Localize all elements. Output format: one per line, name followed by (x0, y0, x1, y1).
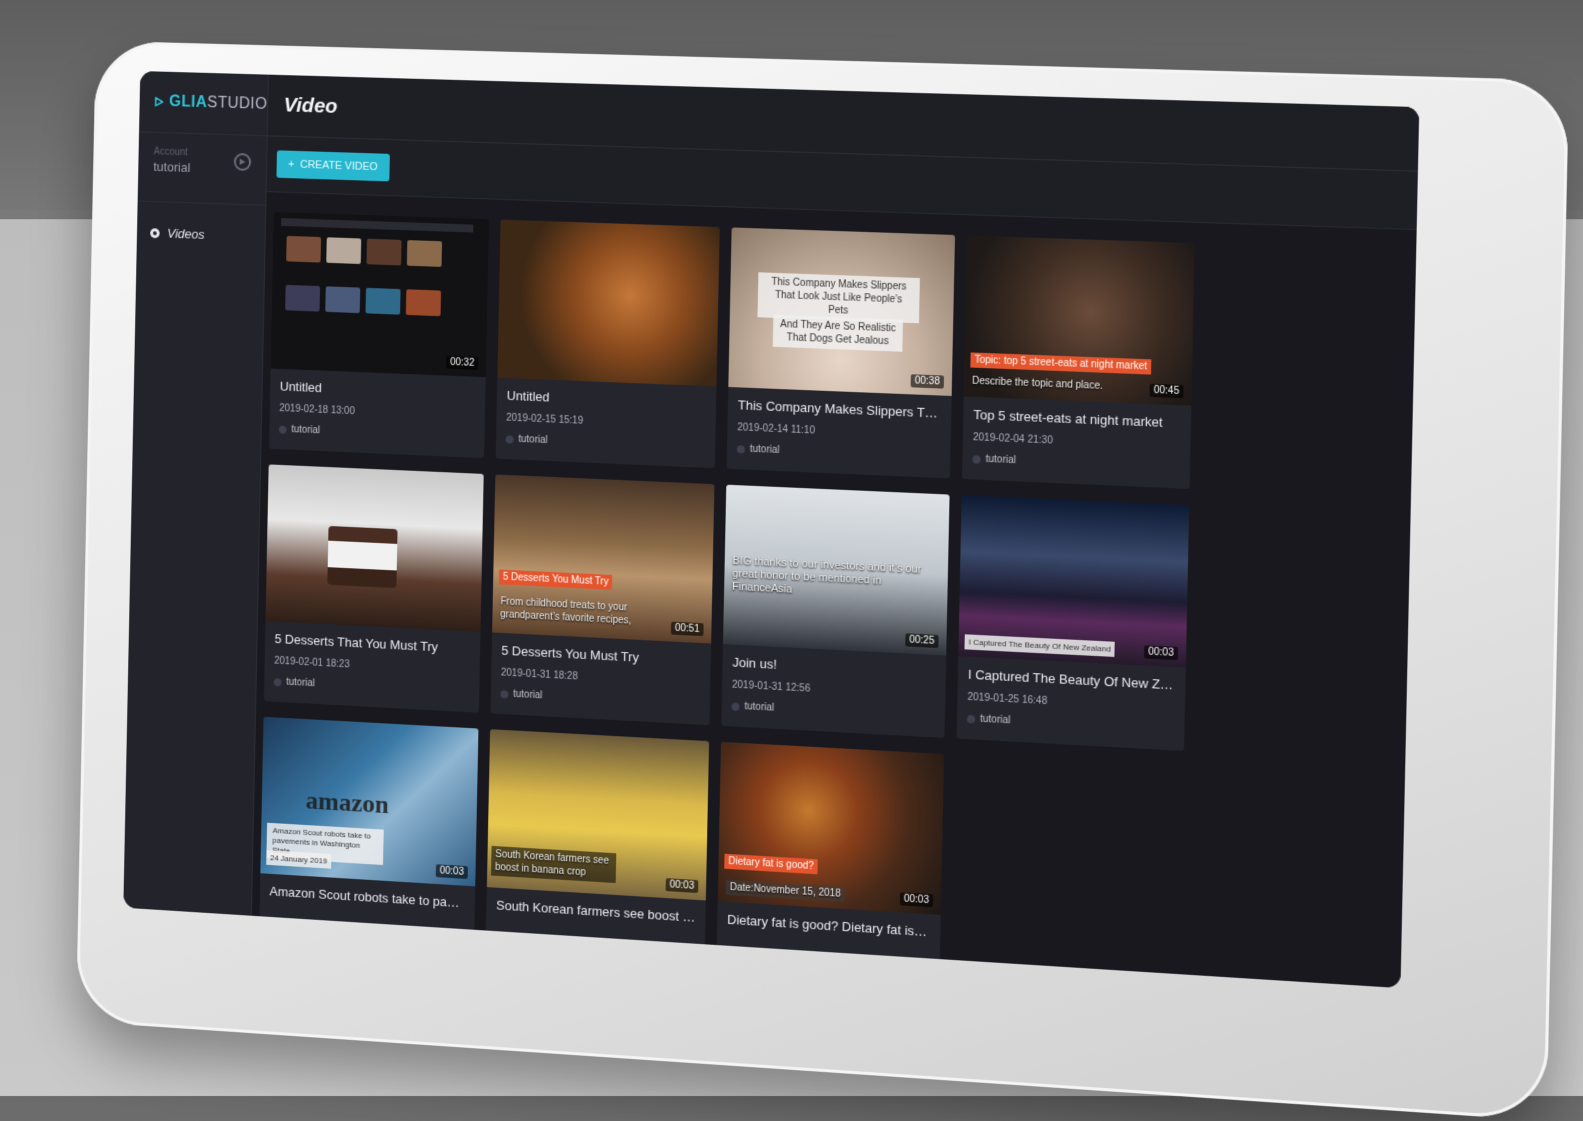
duration-badge: 00:45 (1149, 383, 1184, 399)
video-card[interactable]: BIG thanks to our investors and it’s our… (721, 484, 950, 738)
sidebar-item-label: Videos (167, 225, 205, 242)
video-card[interactable]: 5 Desserts That You Must Try 2019-02-01 … (263, 464, 484, 713)
create-video-button[interactable]: + CREATE VIDEO (276, 150, 390, 182)
owner-name: tutorial (744, 701, 775, 714)
video-thumbnail[interactable]: South Korean farmers see boost in banana… (486, 729, 710, 901)
thumbnail-tile (405, 289, 442, 317)
owner-name: tutorial (286, 676, 315, 690)
thumbnail-caption: BIG thanks to our investors and it’s our… (731, 554, 922, 596)
thumbnail-tile (406, 240, 443, 267)
thumbnail-subcaption: From childhood treats to your grandparen… (500, 596, 632, 627)
video-grid: 00:32 Untitled 2019-02-18 13:00 tutorial… (258, 211, 1203, 989)
owner-icon (505, 434, 514, 444)
logo-text-glia: GLIA (169, 93, 208, 112)
video-card[interactable]: Untitled 2019-02-15 15:19 tutorial (495, 219, 720, 469)
video-thumbnail[interactable] (265, 464, 484, 632)
video-thumbnail[interactable]: I Captured The Beauty Of New Zealand 00:… (958, 495, 1190, 668)
video-card[interactable]: I Captured The Beauty Of New Zealand 00:… (956, 495, 1190, 751)
video-thumbnail[interactable]: Topic: top 5 street-eats at night market… (963, 235, 1195, 406)
video-thumbnail[interactable]: 5 Desserts You Must Try From childhood t… (492, 474, 715, 644)
video-card[interactable]: Dietary fat is good? Date:November 15, 2… (715, 741, 945, 989)
thumbnail-tile (285, 284, 321, 312)
sidebar: GLIASTUDIO Account tutorial ▶ Videos (123, 71, 270, 916)
owner-icon (731, 701, 740, 711)
duration-badge: 00:03 (665, 878, 699, 894)
cake-slice-art (327, 525, 398, 589)
duration-badge: 00:38 (910, 374, 945, 389)
video-card[interactable]: 5 Desserts You Must Try From childhood t… (490, 474, 715, 726)
owner-icon (966, 714, 976, 723)
owner-icon (972, 454, 981, 464)
owner-name: tutorial (749, 443, 780, 457)
video-thumbnail[interactable] (497, 219, 720, 387)
owner-name: tutorial (985, 453, 1017, 467)
duration-badge: 00:03 (1143, 645, 1179, 661)
video-card[interactable]: 00:32 Untitled 2019-02-18 13:00 tutorial (269, 211, 489, 459)
thumbnail-tile (286, 235, 322, 263)
owner-name: tutorial (291, 424, 321, 437)
tablet-device: GLIASTUDIO Account tutorial ▶ Videos Vid… (75, 40, 1570, 1121)
thumbnail-date-caption: 24 January 2019 (266, 850, 332, 869)
page-title: Video (283, 93, 338, 118)
thumbnail-tile (365, 287, 401, 315)
video-circle-icon (150, 227, 160, 238)
duration-badge: 00:03 (435, 864, 468, 880)
amazon-logo-text: amazon (305, 785, 390, 820)
thumbnail-caption: South Korean farmers see boost in banana… (490, 845, 617, 884)
owner-name: tutorial (513, 688, 543, 702)
app-screen: GLIASTUDIO Account tutorial ▶ Videos Vid… (123, 71, 1420, 989)
thumbnail-caption: Topic: top 5 street-eats at night market (970, 352, 1152, 375)
thumbnail-caption: 5 Desserts You Must Try (498, 569, 613, 590)
thumbnail-caption: I Captured The Beauty Of New Zealand (964, 634, 1116, 657)
video-card[interactable]: amazon Amazon Scout robots take to pavem… (258, 716, 479, 968)
thumbnail-subcaption: Describe the topic and place. (971, 375, 1103, 392)
thumbnail-tile (326, 237, 362, 265)
thumbnail-caption: Dietary fat is good? (724, 853, 818, 875)
owner-icon (500, 689, 509, 699)
video-thumbnail[interactable]: This Company Makes Slippers That Look Ju… (728, 227, 956, 396)
video-thumbnail[interactable]: BIG thanks to our investors and it’s our… (722, 484, 950, 656)
thumbnail-tile (325, 286, 361, 314)
duration-badge: 00:32 (446, 355, 479, 370)
video-thumbnail[interactable]: amazon Amazon Scout robots take to pavem… (260, 716, 479, 887)
play-logo-icon (155, 92, 164, 112)
thumbnail-tile (366, 238, 402, 266)
duration-badge: 00:03 (899, 892, 934, 908)
duration-badge: 00:51 (670, 621, 704, 637)
video-card[interactable]: Topic: top 5 street-eats at night market… (961, 235, 1195, 489)
main-content: Video + CREATE VIDEO 00:32 Untitled 2019… (251, 74, 1420, 989)
video-card[interactable]: This Company Makes Slippers That Look Ju… (726, 227, 956, 479)
owner-icon (278, 425, 287, 434)
sidebar-item-videos[interactable]: Videos (137, 201, 266, 243)
owner-icon (273, 677, 282, 686)
app-logo[interactable]: GLIASTUDIO (139, 71, 269, 137)
owner-name: tutorial (980, 713, 1011, 727)
create-video-label: CREATE VIDEO (299, 158, 378, 174)
owner-icon (736, 444, 745, 454)
video-thumbnail[interactable]: Dietary fat is good? Date:November 15, 2… (717, 741, 945, 915)
thumbnail-caption: And They Are So Realistic That Dogs Get … (772, 314, 904, 352)
video-card[interactable]: South Korean farmers see boost in banana… (485, 729, 710, 983)
owner-name: tutorial (518, 433, 548, 447)
account-selector[interactable]: Account tutorial ▶ (137, 132, 267, 206)
plus-icon: + (288, 158, 295, 171)
duration-badge: 00:25 (905, 633, 939, 649)
thumbnail-ui-bar (281, 218, 474, 233)
video-thumbnail[interactable]: 00:32 (270, 211, 489, 378)
logo-text-studio: STUDIO (207, 94, 268, 113)
thumbnail-subcaption: Date:November 15, 2018 (725, 879, 845, 902)
